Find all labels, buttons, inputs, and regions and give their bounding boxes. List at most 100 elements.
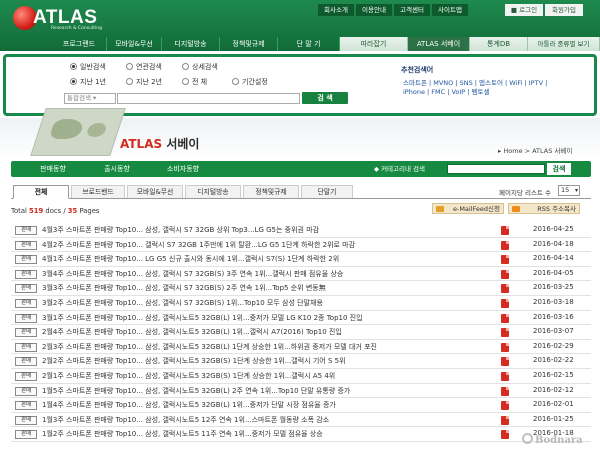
report-title-link[interactable]: 1월2주 스마트폰 판매량 Top10... 삼성, 갤럭시노트5 11주 연속…	[42, 429, 323, 439]
radio-related-search[interactable]: 연관검색	[126, 62, 162, 72]
pdf-icon[interactable]	[501, 269, 509, 279]
nav-device[interactable]: 단 말 기	[278, 37, 340, 51]
pdf-icon[interactable]	[501, 372, 509, 381]
nav-broadband[interactable]: 프로그랜드	[52, 37, 107, 51]
tab-digital[interactable]: 디지털방송	[185, 185, 241, 198]
subtab-consumer[interactable]: 소비자동향	[152, 161, 214, 177]
report-title-link[interactable]: 4월3주 스마트폰 판매량 Top10... 삼성, 갤럭시 S7 32GB 상…	[42, 225, 319, 235]
radio-detail-search[interactable]: 상세검색	[182, 62, 218, 72]
radio-last-1-year[interactable]: 지난 1년	[70, 77, 106, 87]
table-row[interactable]: 판매 4월3주 스마트폰 판매량 Top10... 삼성, 갤럭시 S7 32GB…	[11, 223, 591, 238]
join-button[interactable]: 회원가입	[545, 4, 583, 16]
page-size-select[interactable]: 15	[558, 185, 580, 196]
util-link-sitemap[interactable]: 사이트맵	[432, 4, 468, 16]
report-title-link[interactable]: 2월2주 스마트폰 판매량 Top10... 삼성, 갤럭시노트5 32GB(S…	[42, 356, 346, 366]
nav-statdb[interactable]: 통계DB	[470, 37, 528, 51]
pdf-icon[interactable]	[501, 240, 509, 250]
table-row[interactable]: 판매 1월3주 스마트폰 판매량 Top10... 삼성, 갤럭시노트5 12주 …	[11, 413, 591, 428]
table-row[interactable]: 판매 2월3주 스마트폰 판매량 Top10... 삼성, 갤럭시노트5 32GB…	[11, 340, 591, 355]
pdf-icon[interactable]	[501, 415, 509, 425]
table-row[interactable]: 판매 2월1주 스마트폰 판매량 Top10... 삼성, 갤럭시노트5 32GB…	[11, 369, 591, 384]
category-badge: 판매	[15, 299, 37, 308]
tab-broadband[interactable]: 브로드밴드	[71, 185, 125, 198]
nav-by-type[interactable]: 아틀라 중류별 보기	[528, 37, 600, 51]
login-button[interactable]: ■ 로그인	[505, 4, 543, 16]
pdf-icon[interactable]	[501, 342, 509, 352]
pdf-icon[interactable]	[501, 255, 509, 265]
report-title-link[interactable]: 1월3주 스마트폰 판매량 Top10... 삼성, 갤럭시노트5 12주 연속…	[42, 415, 329, 425]
page-size-label: 페이지당 리스트 수	[499, 189, 551, 197]
radio-dot	[70, 78, 77, 85]
table-row[interactable]: 판매 3월1주 스마트폰 판매량 Top10... 삼성, 갤럭시노트5 32GB…	[11, 311, 591, 326]
category-badge: 판매	[15, 401, 37, 411]
util-link-company[interactable]: 회사소개	[318, 4, 354, 16]
report-date: 2016-03-18	[533, 298, 574, 306]
report-title-link[interactable]: 3월2주 스마트폰 판매량 Top10... 삼성, 갤럭시 S7 32GB(S…	[42, 298, 323, 308]
recommend-keywords-line2[interactable]: iPhone | FMC | VoIP | 펨토셀	[403, 86, 490, 96]
subtab-sales[interactable]: 판매동향	[24, 161, 82, 177]
radio-label: 상세검색	[192, 63, 218, 71]
report-date: 2016-02-22	[533, 356, 574, 365]
pdf-icon[interactable]	[501, 226, 509, 235]
report-title-link[interactable]: 2월4주 스마트폰 판매량 Top10... 삼성, 갤럭시노트5 32GB(L…	[42, 327, 342, 337]
radio-label: 지난 1년	[80, 78, 106, 86]
table-row[interactable]: 판매 2월2주 스마트폰 판매량 Top10... 삼성, 갤럭시노트5 32GB…	[11, 354, 591, 369]
pdf-icon[interactable]	[501, 284, 509, 294]
docs-unit: docs /	[45, 207, 66, 215]
subtab-release[interactable]: 출시동향	[88, 161, 146, 177]
report-title-link[interactable]: 3월1주 스마트폰 판매량 Top10... 삼성, 갤럭시노트5 32GB(L…	[42, 313, 363, 323]
radio-dot	[126, 78, 133, 85]
tab-mobile[interactable]: 모바일&무선	[127, 185, 183, 198]
report-title-link[interactable]: 3월3주 스마트폰 판매량 Top10... 삼성, 갤럭시 S7 32GB(S…	[42, 283, 326, 293]
breadcrumb[interactable]: ▸ Home > ATLAS 서베이	[498, 145, 572, 155]
report-title-link[interactable]: 2월1주 스마트폰 판매량 Top10... 삼성, 갤럭시노트5 32GB(S…	[42, 371, 335, 381]
util-link-guide[interactable]: 이용안내	[356, 4, 392, 16]
report-title-link[interactable]: 2월3주 스마트폰 판매량 Top10... 삼성, 갤럭시노트5 32GB(L…	[42, 342, 377, 352]
nav-mobile[interactable]: 모바일&무선	[107, 37, 162, 51]
nav-atlas-survey[interactable]: ATLAS 서베이	[408, 37, 470, 51]
table-row[interactable]: 판매 1월2주 스마트폰 판매량 Top10... 삼성, 갤럭시노트5 11주 …	[11, 427, 591, 442]
radio-label: 기간설정	[242, 78, 268, 86]
report-title-link[interactable]: 4월1주 스마트폰 판매량 Top10... LG G5 신규 출시와 동시에 …	[42, 254, 339, 264]
table-row[interactable]: 판매 1월4주 스마트폰 판매량 Top10... 삼성, 갤럭시노트5 32GB…	[11, 398, 591, 413]
tab-device[interactable]: 단말기	[301, 185, 353, 198]
radio-general-search[interactable]: 일반검색	[70, 62, 106, 72]
rss-copy-button[interactable]: RSS 주소복사	[508, 203, 580, 214]
table-row[interactable]: 판매 2월4주 스마트폰 판매량 Top10... 삼성, 갤럭시노트5 32GB…	[11, 325, 591, 340]
pdf-icon[interactable]	[501, 313, 509, 323]
category-badge: 판매	[15, 269, 37, 279]
radio-custom-period[interactable]: 기간설정	[232, 77, 268, 87]
table-row[interactable]: 판매 3월3주 스마트폰 판매량 Top10... 삼성, 갤럭시 S7 32GB…	[11, 281, 591, 296]
table-row[interactable]: 판매 3월2주 스마트폰 판매량 Top10... 삼성, 갤럭시 S7 32GB…	[11, 296, 591, 311]
report-title-link[interactable]: 3월4주 스마트폰 판매량 Top10... 삼성, 갤럭시 S7 32GB(S…	[42, 269, 343, 279]
pdf-icon[interactable]	[501, 386, 509, 396]
table-row[interactable]: 판매 4월1주 스마트폰 판매량 Top10... LG G5 신규 출시와 동시…	[11, 252, 591, 267]
atlas-logo[interactable]: ATLAS Research & Consulting	[13, 6, 102, 31]
pdf-icon[interactable]	[501, 357, 509, 367]
email-feed-button[interactable]: e-MailFeed신청	[432, 203, 504, 214]
search-input[interactable]	[117, 93, 300, 104]
pdf-icon[interactable]	[501, 299, 509, 308]
radio-all-period[interactable]: 전 체	[182, 77, 207, 87]
table-row[interactable]: 판매 1월5주 스마트폰 판매량 Top10... 삼성, 갤럭시노트5 32GB…	[11, 384, 591, 399]
pdf-icon[interactable]	[501, 328, 509, 338]
report-date: 2016-04-25	[533, 225, 574, 233]
util-link-support[interactable]: 고객센터	[394, 4, 430, 16]
pdf-icon[interactable]	[501, 430, 509, 440]
nav-policy[interactable]: 정책및규제	[220, 37, 278, 51]
report-title-link[interactable]: 1월5주 스마트폰 판매량 Top10... 삼성, 갤럭시노트5 32GB(L…	[42, 386, 350, 396]
category-search-input[interactable]	[447, 164, 545, 174]
search-scope-select[interactable]: 통합검색 ▾	[64, 93, 116, 104]
radio-last-2-years[interactable]: 지난 2년	[126, 77, 162, 87]
tab-all[interactable]: 전체	[13, 185, 69, 199]
search-button[interactable]: 검 색	[302, 92, 348, 104]
nav-digital[interactable]: 디지털방송	[162, 37, 220, 51]
table-row[interactable]: 판매 3월4주 스마트폰 판매량 Top10... 삼성, 갤럭시 S7 32GB…	[11, 267, 591, 282]
nav-catchup[interactable]: 따라잡기	[340, 37, 408, 51]
category-search-button[interactable]: 검색	[547, 163, 571, 175]
report-title-link[interactable]: 1월4주 스마트폰 판매량 Top10... 삼성, 갤럭시노트5 32GB(L…	[42, 400, 336, 410]
table-row[interactable]: 판매 4월2주 스마트폰 판매량 Top10... 갤럭시 S7 32GB 1주만…	[11, 238, 591, 253]
pdf-icon[interactable]	[501, 401, 509, 411]
report-title-link[interactable]: 4월2주 스마트폰 판매량 Top10... 갤럭시 S7 32GB 1주만에 …	[42, 240, 355, 250]
tab-policy[interactable]: 정책및규제	[243, 185, 299, 198]
